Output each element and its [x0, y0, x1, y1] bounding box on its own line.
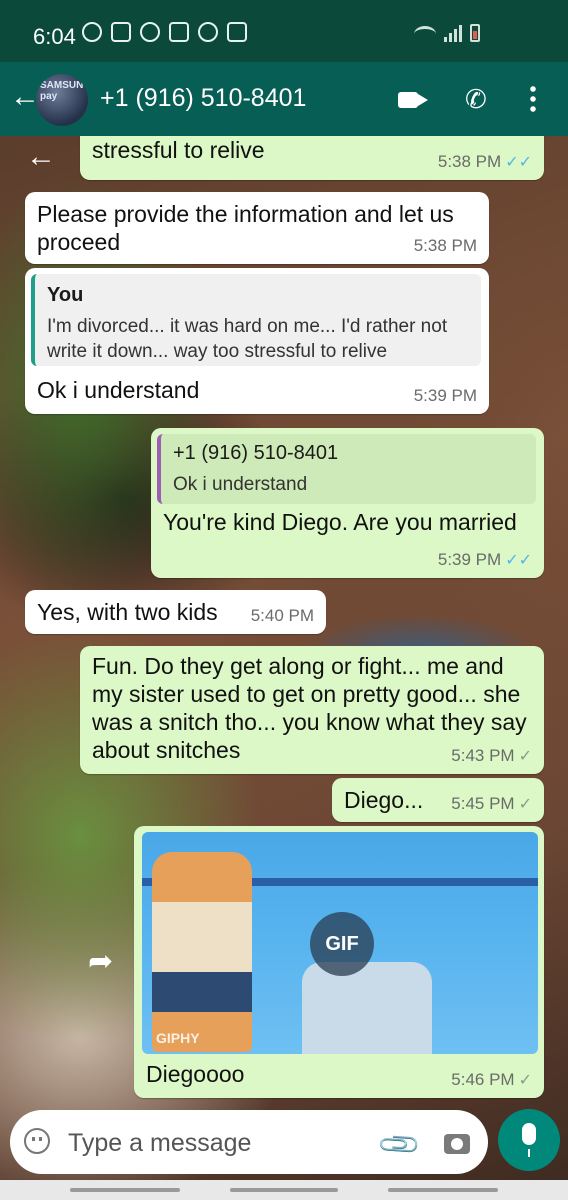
emoji-icon[interactable]: [24, 1128, 50, 1154]
message-text: Diego...: [344, 787, 424, 813]
message-text: Diegoooo: [146, 1061, 245, 1087]
image-icon: [227, 22, 247, 42]
contact-avatar[interactable]: SAMSUNG pay: [36, 74, 88, 126]
steps-icon: [198, 22, 218, 42]
message-incoming[interactable]: Please provide the information and let u…: [25, 192, 489, 264]
message-text: stressful to relive: [92, 137, 265, 163]
video-call-icon[interactable]: [398, 92, 428, 108]
message-text: Please provide the information and let u…: [37, 201, 454, 255]
message-input[interactable]: [66, 1124, 370, 1162]
message-outgoing[interactable]: stressful to relive 5:38 PM ✓✓: [80, 136, 544, 180]
gif-image[interactable]: GIF GIPHY: [142, 832, 538, 1054]
chat-header: ← SAMSUNG pay +1 (916) 510-8401 ✆: [0, 62, 568, 136]
message-outgoing[interactable]: Fun. Do they get along or fight... me an…: [80, 646, 544, 774]
nav-back-handle[interactable]: [388, 1188, 498, 1192]
back-swipe-arrow-icon: ←: [26, 140, 56, 173]
message-time: 5:38 PM: [413, 236, 477, 255]
nav-recent-handle[interactable]: [70, 1188, 180, 1192]
message-outgoing-gif[interactable]: GIF GIPHY Diegoooo 5:46 PM ✓: [134, 826, 544, 1098]
message-time: 5:39 PM ✓✓: [437, 550, 532, 569]
more-options-icon[interactable]: [530, 84, 536, 114]
message-time: 5:38 PM ✓✓: [437, 152, 532, 171]
message-composer: 📎: [10, 1110, 488, 1174]
system-indicators: [414, 24, 480, 42]
quoted-sender: +1 (916) 510-8401: [173, 442, 339, 464]
gif-character: [152, 852, 252, 1052]
microphone-icon: [522, 1123, 536, 1157]
voicemail-icon: [111, 22, 131, 42]
avatar-text: SAMSUNG pay: [40, 80, 88, 102]
phone-call-icon[interactable]: ✆: [465, 84, 487, 115]
system-nav-bar: [0, 1180, 568, 1200]
contact-name[interactable]: +1 (916) 510-8401: [100, 84, 306, 113]
wifi-icon: [414, 26, 436, 42]
read-ticks-icon: ✓✓: [505, 552, 532, 569]
read-ticks-icon: ✓✓: [505, 154, 532, 171]
sent-tick-icon: ✓: [518, 748, 532, 765]
notification-icons: [82, 22, 247, 42]
quoted-text: I'm divorced... it was hard on me... I'd…: [47, 316, 448, 362]
status-bar: 6:04: [0, 0, 568, 62]
battery-icon: [470, 24, 480, 42]
nav-home-handle[interactable]: [230, 1188, 338, 1192]
message-outgoing[interactable]: Diego... 5:45 PM ✓: [332, 778, 544, 822]
message-time: 5:39 PM: [413, 386, 477, 405]
message-time: 5:40 PM: [250, 606, 314, 625]
message-time: 5:43 PM ✓: [451, 746, 532, 765]
message-incoming[interactable]: Yes, with two kids 5:40 PM: [25, 590, 326, 634]
app-notification-icon: [140, 22, 160, 42]
chat-area[interactable]: stressful to relive 5:38 PM ✓✓ ← Please p…: [0, 136, 568, 1200]
gif-robot: [302, 962, 432, 1054]
status-time: 6:04: [33, 24, 76, 49]
voice-message-button[interactable]: [498, 1109, 560, 1171]
quoted-message[interactable]: You I'm divorced... it was hard on me...…: [31, 274, 481, 366]
camera-icon[interactable]: [444, 1134, 470, 1154]
quoted-message[interactable]: +1 (916) 510-8401 Ok i understand: [157, 434, 536, 504]
quoted-text: Ok i understand: [173, 474, 308, 495]
message-time: 5:45 PM ✓: [451, 794, 532, 813]
gif-play-badge[interactable]: GIF: [310, 912, 374, 976]
photo-notification-icon: [169, 22, 189, 42]
forward-icon[interactable]: ➦: [88, 944, 113, 979]
quoted-sender: You: [47, 284, 84, 306]
message-text: You're kind Diego. Are you married: [163, 509, 517, 535]
message-text: Yes, with two kids: [37, 599, 218, 625]
message-time: 5:46 PM ✓: [451, 1070, 532, 1089]
attach-icon[interactable]: 📎: [375, 1121, 423, 1169]
sent-tick-icon: ✓: [518, 1072, 532, 1089]
message-outgoing-reply[interactable]: +1 (916) 510-8401 Ok i understand You're…: [151, 428, 544, 578]
message-text: Ok i understand: [37, 377, 200, 403]
giphy-watermark: GIPHY: [156, 1030, 200, 1046]
signal-icon: [444, 25, 462, 42]
sync-icon: [82, 22, 102, 42]
message-incoming-reply[interactable]: You I'm divorced... it was hard on me...…: [25, 268, 489, 414]
sent-tick-icon: ✓: [518, 796, 532, 813]
